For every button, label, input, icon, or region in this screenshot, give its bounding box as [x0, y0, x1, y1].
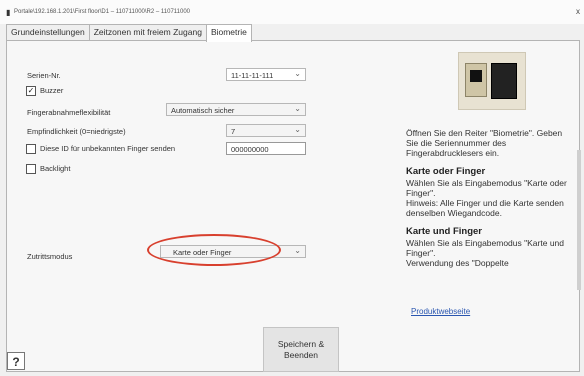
chevron-down-icon: ⌄	[294, 104, 301, 113]
save-button-label: Speichern & Beenden	[277, 339, 325, 360]
buzzer-label: Buzzer	[40, 86, 64, 95]
sensitivity-label: Empfindlichkeit (0=niedrigste)	[27, 127, 126, 136]
unknown-id-input[interactable]: 000000000	[226, 142, 306, 155]
section1-text: Wählen Sie als Eingabemodus "Karte oder …	[406, 178, 567, 198]
serial-value: 11-11-11-111	[231, 71, 274, 80]
sensitivity-value: 7	[231, 127, 236, 136]
serial-label: Serien-Nr.	[27, 71, 61, 80]
capture-value: Automatisch sicher	[171, 106, 235, 115]
close-icon[interactable]: x	[576, 7, 580, 16]
chevron-down-icon: ⌄	[294, 69, 301, 78]
tab-bar: Grundeinstellungen Zeitzonen mit freiem …	[6, 24, 252, 42]
reader-sensor	[491, 63, 517, 99]
save-and-close-button[interactable]: Speichern & Beenden	[263, 327, 339, 372]
app-icon: ▮	[6, 8, 11, 17]
unknown-id-label: Diese ID für unbekannten Finger senden	[40, 144, 176, 153]
section2-text: Wählen Sie als Eingabemodus "Karte und F…	[406, 238, 565, 258]
unknown-id-checkbox[interactable]	[26, 144, 36, 154]
section2-title: Karte und Finger	[406, 226, 483, 237]
help-scrollbar[interactable]	[577, 150, 581, 290]
reader-unit	[465, 63, 487, 97]
highlight-oval	[147, 234, 281, 266]
window-title: Portale\192.168.1.201\First floor\D1 – 1…	[14, 9, 191, 15]
serial-dropdown[interactable]: 11-11-11-111 ⌄	[226, 68, 306, 81]
help-panel: Öffnen Sie den Reiter "Biometrie". Geben…	[406, 128, 576, 328]
backlight-checkbox[interactable]	[26, 164, 36, 174]
access-mode-label: Zutrittsmodus	[27, 252, 73, 261]
help-button[interactable]: ?	[7, 352, 25, 370]
section1-title: Karte oder Finger	[406, 166, 486, 177]
buzzer-checkbox[interactable]: ✓	[26, 86, 36, 96]
section1-note: Hinweis: Alle Finger und die Karte sende…	[406, 198, 564, 218]
help-intro: Öffnen Sie den Reiter "Biometrie". Geben…	[406, 128, 563, 158]
fingerprint-reader-image	[458, 52, 526, 110]
tab-zeitzonen[interactable]: Zeitzonen mit freiem Zugang	[88, 24, 207, 41]
sensitivity-dropdown[interactable]: 7 ⌄	[226, 124, 306, 137]
tab-grundeinstellungen[interactable]: Grundeinstellungen	[6, 24, 90, 41]
title-bar: ▮ Portale\192.168.1.201\First floor\D1 –…	[0, 0, 584, 24]
capture-label: Fingerabnahmeflexibilität	[27, 108, 111, 117]
chevron-down-icon: ⌄	[294, 246, 301, 255]
product-website-link[interactable]: Produktwebseite	[411, 307, 470, 316]
backlight-label: Backlight	[40, 164, 71, 173]
section2-note: Verwendung des "Doppelte	[406, 258, 509, 268]
chevron-down-icon: ⌄	[294, 125, 301, 134]
capture-dropdown[interactable]: Automatisch sicher ⌄	[166, 103, 306, 116]
tab-biometrie[interactable]: Biometrie	[205, 24, 252, 42]
